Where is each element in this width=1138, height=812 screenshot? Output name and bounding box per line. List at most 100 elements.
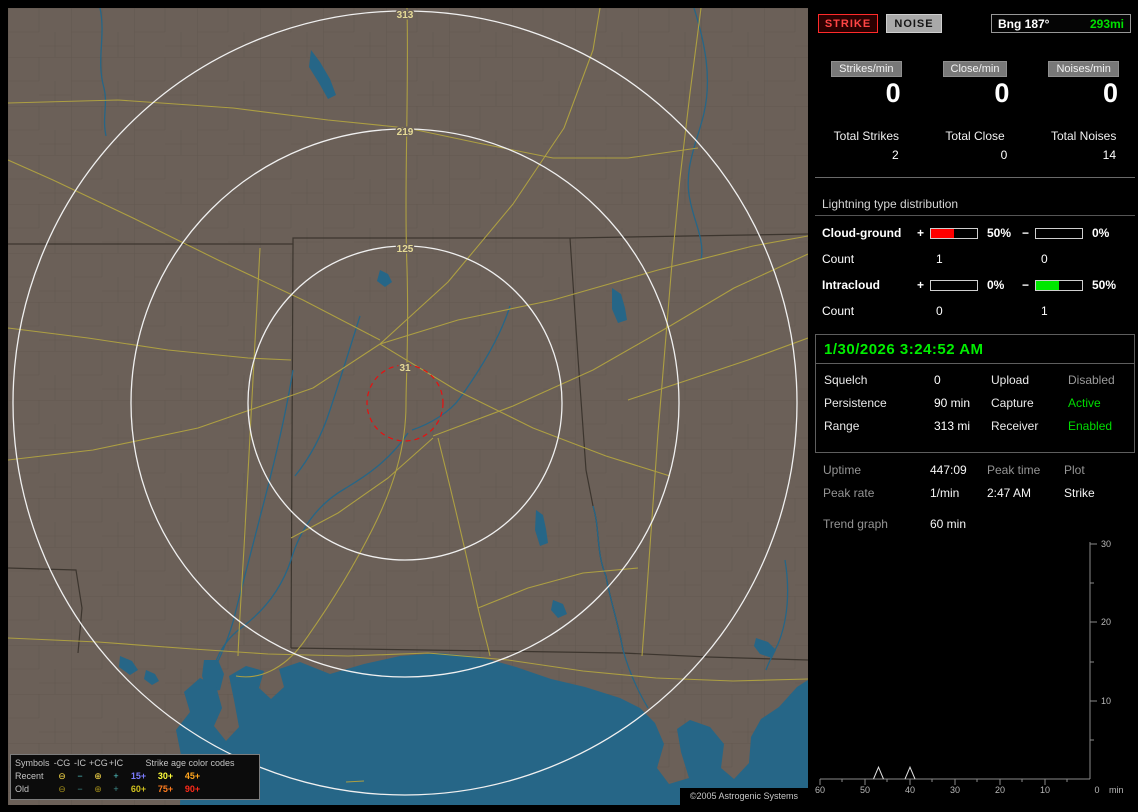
y-tick-30: 30 (1101, 539, 1111, 549)
distribution-title: Lightning type distribution (822, 197, 959, 211)
cg-plus-bar (930, 227, 978, 239)
ic-minus-pct: 50% (1092, 278, 1117, 292)
rate-row: Strikes/min 0 Close/min 0 Noises/min 0 (812, 61, 1138, 107)
range-label-125: 125 (397, 244, 414, 255)
squelch-label: Squelch (824, 373, 868, 387)
plot-value: Strike (1064, 486, 1095, 500)
persistence-label: Persistence (824, 396, 887, 410)
nexstorm-window: 313 219 125 31 Symbols -CG -IC +CG +IC S… (0, 0, 1138, 812)
receiver-label: Receiver (991, 419, 1039, 433)
legend-col-pos-cg: +CG (89, 758, 108, 768)
total-noises: Total Noises 14 (1029, 129, 1138, 162)
x-tick-50: 50 (860, 785, 870, 795)
cg-plus-count: 1 (936, 252, 943, 266)
separator (815, 177, 1135, 178)
age-code-30: 30+ (157, 771, 174, 781)
receiver-value: Enabled (1068, 419, 1113, 433)
age-code-75: 75+ (157, 784, 174, 794)
cg-minus-count: 0 (1041, 252, 1048, 266)
strike-indicator[interactable]: STRIKE (818, 14, 878, 33)
ic-plus-pct: 0% (987, 278, 1005, 292)
status-grid: Squelch 0 Upload Disabled Persistence 90… (816, 364, 1134, 433)
cg-plus-pct: 50% (987, 226, 1012, 240)
uptime-grid: Uptime 447:09 Peak time Plot Peak rate 1… (823, 463, 1134, 500)
copyright: ©2005 Astrogenic Systems (679, 788, 808, 805)
bearing-distance: 293mi (1089, 16, 1124, 31)
range-value: 313 mi (934, 419, 971, 433)
bearing-label: Bng 187° (998, 16, 1050, 31)
x-tick-0: 0 (1094, 785, 1099, 795)
close-per-min-col: Close/min 0 (921, 61, 1030, 107)
total-close: Total Close 0 (921, 129, 1030, 162)
strikes-per-min-label[interactable]: Strikes/min (831, 61, 902, 77)
capture-value: Active (1068, 396, 1101, 410)
x-tick-10: 10 (1040, 785, 1050, 795)
legend-age-title: Strike age color codes (145, 758, 235, 768)
minus-sign: − (1022, 278, 1030, 292)
old-pos-ic-icon: + (113, 784, 119, 794)
cloud-ground-count-row: Count 1 0 (822, 246, 1134, 272)
trend-graph-label: Trend graph (823, 517, 888, 531)
squelch-value: 0 (934, 373, 941, 387)
age-code-90: 90+ (184, 784, 201, 794)
count-label: Count (822, 252, 855, 266)
age-code-15: 15+ (130, 771, 147, 781)
legend-old-label: Old (15, 784, 30, 794)
lightning-distribution: Cloud-ground + 50% − 0% Count 1 0 Intrac… (822, 220, 1134, 324)
totals-row: Total Strikes 2 Total Close 0 Total Nois… (812, 129, 1138, 162)
trend-axis-labels: 30 20 10 0 min 60 50 40 30 20 10 (815, 539, 1124, 795)
total-noises-value: 14 (1102, 148, 1117, 162)
strike-rate-spike (873, 765, 884, 780)
total-close-value: 0 (1000, 148, 1008, 162)
total-strikes-value: 2 (891, 148, 899, 162)
bearing-box: Bng 187° 293mi (991, 14, 1131, 33)
ic-minus-bar-fill (1036, 280, 1059, 290)
recent-neg-ic-icon: − (77, 771, 83, 781)
legend-old-row: Old ⊖ − ⊕ + 60+ 75+ 90+ (15, 783, 255, 796)
peak-rate-value: 1/min (930, 486, 960, 500)
range-label-313: 313 (397, 10, 414, 21)
cg-minus-bar (1035, 227, 1083, 239)
total-strikes-label: Total Strikes (833, 129, 900, 143)
y-tick-10: 10 (1101, 696, 1111, 706)
strikes-per-min-col: Strikes/min 0 (812, 61, 921, 107)
noises-per-min-col: Noises/min 0 (1029, 61, 1138, 107)
recent-pos-cg-icon: ⊕ (94, 771, 102, 781)
x-tick-30: 30 (950, 785, 960, 795)
legend-recent-label: Recent (15, 771, 44, 781)
noises-per-min-value: 0 (1102, 78, 1119, 108)
noise-indicator[interactable]: NOISE (886, 14, 942, 33)
legend-header-row: Symbols -CG -IC +CG +IC Strike age color… (15, 757, 255, 770)
minus-sign: − (1022, 226, 1030, 240)
intracloud-label: Intracloud (822, 278, 881, 292)
ic-plus-bar (930, 279, 978, 291)
noises-per-min-label[interactable]: Noises/min (1048, 61, 1119, 77)
peak-time-value: 2:47 AM (987, 486, 1032, 500)
total-close-label: Total Close (945, 129, 1005, 143)
x-tick-20: 20 (995, 785, 1005, 795)
legend-col-pos-ic: +IC (108, 758, 124, 768)
recent-neg-cg-icon: ⊖ (58, 771, 66, 781)
recent-pos-ic-icon: + (113, 771, 119, 781)
indicator-row: STRIKE NOISE Bng 187° 293mi (818, 14, 1131, 33)
close-per-min-label[interactable]: Close/min (942, 61, 1008, 77)
x-tick-60: 60 (815, 785, 825, 795)
map-canvas: 313 219 125 31 (8, 8, 808, 805)
trend-graph-window: 60 min (930, 517, 967, 531)
age-code-45: 45+ (184, 771, 201, 781)
x-axis-unit: min (1109, 785, 1124, 795)
cloud-ground-label: Cloud-ground (822, 226, 902, 240)
separator (815, 215, 1135, 216)
lightning-map[interactable]: 313 219 125 31 Symbols -CG -IC +CG +IC S… (8, 8, 808, 805)
age-code-60: 60+ (130, 784, 147, 794)
count-label: Count (822, 304, 855, 318)
plus-sign: + (917, 278, 925, 292)
plot-label: Plot (1064, 463, 1085, 477)
upload-label: Upload (991, 373, 1030, 387)
uptime-value: 447:09 (930, 463, 967, 477)
uptime-label: Uptime (823, 463, 862, 477)
trend-ticks (819, 543, 1097, 785)
ic-minus-bar (1035, 279, 1083, 291)
datetime-status-box: 1/30/2026 3:24:52 AM Squelch 0 Upload Di… (815, 334, 1135, 453)
old-neg-ic-icon: − (77, 784, 83, 794)
